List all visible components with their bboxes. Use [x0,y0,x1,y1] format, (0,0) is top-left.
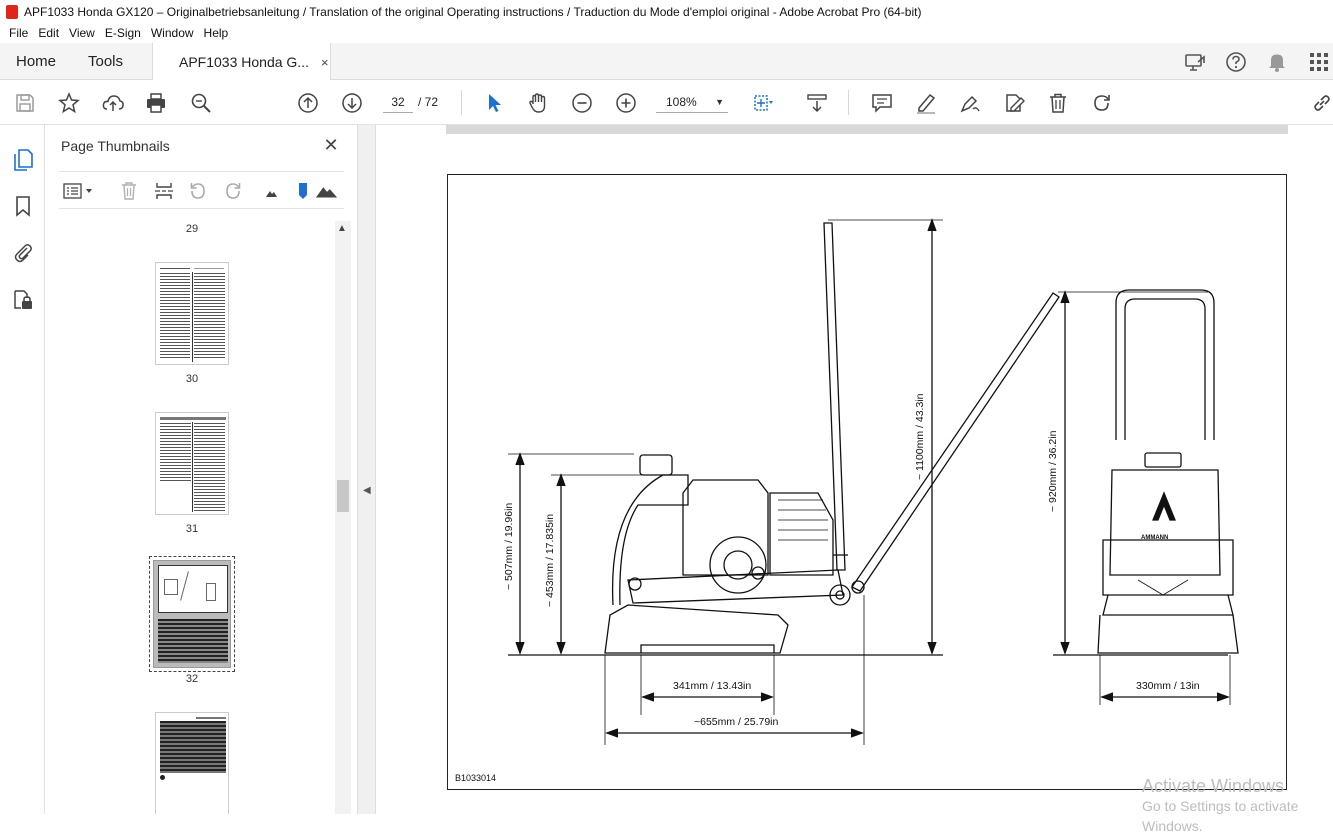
draw-pen-icon[interactable] [956,89,984,117]
page-number-label: 29 [185,223,199,235]
menu-window[interactable]: Window [146,26,199,40]
tab-document-label: APF1033 Honda G... [179,54,309,70]
delete-page-icon[interactable] [117,179,141,203]
previous-page-icon[interactable] [294,89,322,117]
collapse-panel-arrow-icon[interactable]: ◀ [363,485,371,496]
panel-title: Page Thumbnails [61,138,170,154]
watermark-subtitle: Go to Settings to activate Windows. [1142,798,1299,834]
dimension-plate-length: 341mm / 13.43in [673,680,752,692]
tab-close-icon[interactable]: × [321,55,329,70]
save-icon[interactable] [11,89,39,117]
apps-grid-icon[interactable] [1306,49,1332,75]
zoom-level-select[interactable]: 108% ▼ [656,91,728,113]
tab-home[interactable]: Home [16,43,56,80]
thumbnail-scrollbar-thumb[interactable] [337,480,349,512]
thumbnail-size-slider-handle[interactable] [291,179,315,203]
menu-help[interactable]: Help [199,26,234,40]
share-screen-icon[interactable] [1182,49,1208,75]
dimension-handle-height-front: ~ 920mm / 36.2in [1047,430,1059,512]
page-thumbnail-32[interactable] [153,560,231,668]
tab-document[interactable]: APF1033 Honda G... × [152,43,331,81]
thumbnail-options-icon[interactable] [61,179,95,203]
thumbnail-toolbar [59,171,344,209]
print-icon[interactable] [142,89,170,117]
chevron-down-icon: ▼ [715,97,724,107]
rotate-clockwise-icon[interactable] [221,179,245,203]
navigation-rail [0,125,45,814]
zoom-out-icon[interactable] [568,89,596,117]
page-thumbnail-33[interactable] [155,712,229,814]
page-thumbnails-icon[interactable] [10,147,36,173]
thumbnail-scrollbar[interactable] [335,221,351,814]
acrobat-app-icon [6,4,18,19]
document-view[interactable]: ~ 507mm / 19.96in ~ 453mm / 17.835in ~ 1… [377,125,1333,814]
watermark-title: Activate Windows [1142,776,1285,796]
previous-page-edge [446,125,1288,134]
page-thumbnails-panel: Page Thumbnails ✕ 29 30 31 32 ▲ [45,125,358,814]
rotate-clockwise-icon[interactable] [1088,89,1116,117]
main-toolbar: 32 / 72 108% ▼ [0,80,1333,125]
rotate-counterclockwise-icon[interactable] [186,179,210,203]
compactor-drawing [508,218,1239,745]
toolbar-divider [461,90,462,115]
window-title: APF1033 Honda GX120 – Originalbetriebsan… [24,4,922,19]
activate-windows-watermark: Activate Windows Go to Settings to activ… [1142,776,1333,836]
comment-icon[interactable] [868,89,896,117]
dimension-height-engine: ~ 453mm / 17.835in [544,513,556,607]
figure-id: B1033014 [455,773,497,783]
large-thumbnails-icon[interactable] [315,179,339,203]
upload-cloud-icon[interactable] [99,89,127,117]
page-number-label: 32 [185,673,199,685]
attachments-paperclip-icon[interactable] [10,239,36,265]
menu-view[interactable]: View [64,26,100,40]
panel-close-icon[interactable]: ✕ [321,135,341,155]
dimension-plate-width: 330mm / 13in [1136,680,1200,692]
tab-bar: Home Tools APF1033 Honda G... × [0,43,1333,81]
page-thumbnail-30[interactable] [155,262,229,365]
security-lock-icon[interactable] [10,287,36,313]
menu-esign[interactable]: E-Sign [100,26,146,40]
thumbnail-list: 29 30 31 32 [45,221,335,814]
zoom-in-icon[interactable] [612,89,640,117]
edit-pdf-icon[interactable] [1000,89,1028,117]
dimension-drawing: ~ 507mm / 19.96in ~ 453mm / 17.835in ~ 1… [447,174,1287,790]
select-cursor-icon[interactable] [480,89,508,117]
page-number-label: 31 [185,523,199,535]
panel-splitter[interactable]: ◀ [358,125,376,814]
bookmark-star-icon[interactable] [55,89,83,117]
page-number-input[interactable]: 32 [383,91,413,113]
highlight-pen-icon[interactable] [912,89,940,117]
fit-page-icon[interactable] [748,89,776,117]
hand-tool-icon[interactable] [524,89,552,117]
zoom-level-value: 108% [666,95,697,109]
menu-file[interactable]: File [4,26,33,40]
bookmarks-icon[interactable] [10,193,36,219]
next-page-icon[interactable] [338,89,366,117]
dimension-overall-length: ~655mm / 25.79in [694,716,779,728]
page-number-label: 30 [185,373,199,385]
scroll-mode-icon[interactable] [803,89,831,117]
dimension-handle-height-max: ~ 1100mm / 43.3in [914,393,926,480]
zoom-search-icon[interactable] [187,89,215,117]
menu-bar: File Edit View E-Sign Window Help [0,23,1333,43]
page-thumbnail-31[interactable] [155,412,229,515]
title-bar: APF1033 Honda GX120 – Originalbetriebsan… [0,0,1333,23]
toolbar-divider [848,90,849,115]
small-thumbnails-icon[interactable] [259,179,283,203]
help-icon[interactable] [1223,49,1249,75]
notifications-bell-icon[interactable] [1264,49,1290,75]
brand-label: AMMANN [1141,535,1169,541]
delete-trash-icon[interactable] [1044,89,1072,117]
link-icon[interactable] [1308,89,1333,117]
menu-edit[interactable]: Edit [33,26,64,40]
scroll-up-arrow-icon[interactable]: ▲ [337,223,347,234]
dimension-height-total: ~ 507mm / 19.96in [503,502,515,590]
page-total: / 72 [418,95,439,109]
tab-tools[interactable]: Tools [88,43,123,80]
insert-page-icon[interactable] [152,179,176,203]
